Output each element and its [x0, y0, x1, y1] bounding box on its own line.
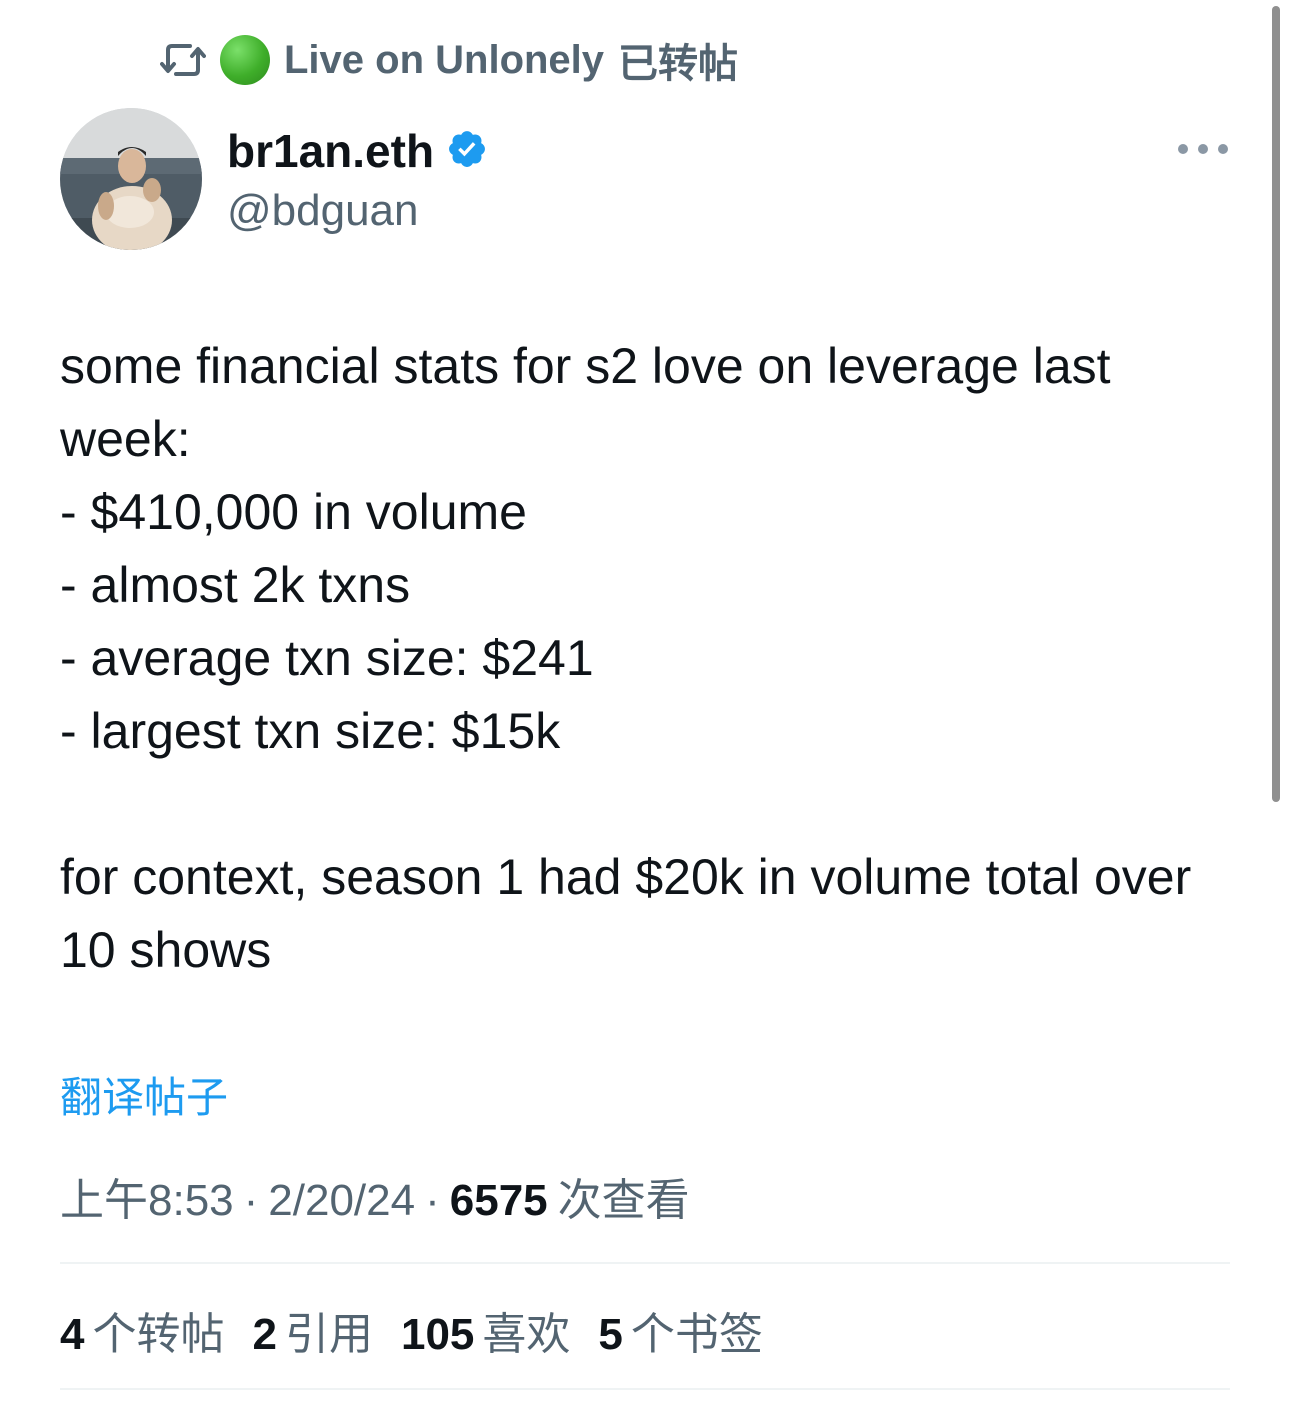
meta-separator: · [243, 1176, 259, 1225]
meta-separator: · [425, 1176, 440, 1225]
reposter-name[interactable]: Live on Unlonely [284, 38, 604, 83]
bookmarks-label: 个书签 [630, 1310, 763, 1359]
views-label: 次查看 [557, 1176, 690, 1225]
verified-badge-icon [446, 128, 488, 175]
avatar[interactable] [60, 108, 202, 250]
scrollbar[interactable] [1272, 6, 1280, 802]
bookmarks-stat[interactable]: 5 个书签 [598, 1298, 762, 1362]
more-options-icon[interactable] [1178, 134, 1228, 164]
author-display-name[interactable]: br1an.eth [227, 124, 434, 178]
reposts-count: 4 [60, 1310, 85, 1359]
author-name-row[interactable]: br1an.eth [227, 122, 488, 180]
tweet-meta: 上午8:53 · 2/20/24 · 6575 次查看 [60, 1164, 690, 1228]
author-handle[interactable]: @bdguan [227, 186, 419, 236]
divider [60, 1388, 1230, 1390]
quotes-label: 引用 [284, 1310, 373, 1359]
repost-icon [160, 40, 206, 80]
reposts-label: 个转帖 [92, 1310, 225, 1359]
likes-stat[interactable]: 105 喜欢 [401, 1298, 570, 1362]
translate-post-link[interactable]: 翻译帖子 [60, 1064, 228, 1125]
quotes-count: 2 [252, 1310, 277, 1359]
likes-count: 105 [400, 1310, 475, 1359]
views-count[interactable]: 6575 [450, 1176, 548, 1226]
tweet-text: some financial stats for s2 love on leve… [60, 338, 1192, 978]
repost-suffix: 已转帖 [618, 42, 739, 86]
divider [60, 1262, 1230, 1264]
tweet-date[interactable]: 2/20/24 [268, 1176, 415, 1226]
likes-label: 喜欢 [482, 1310, 571, 1359]
green-circle-icon [220, 35, 270, 85]
repost-banner[interactable]: Live on Unlonely 已转帖 [160, 32, 738, 88]
tweet-time[interactable]: 上午8:53 [60, 1164, 234, 1228]
quotes-stat[interactable]: 2 引用 [252, 1298, 372, 1362]
bookmarks-count: 5 [598, 1310, 623, 1359]
reposts-stat[interactable]: 4 个转帖 [60, 1298, 224, 1362]
engagement-stats: 4 个转帖 2 引用 105 喜欢 5 个书签 [60, 1298, 791, 1362]
